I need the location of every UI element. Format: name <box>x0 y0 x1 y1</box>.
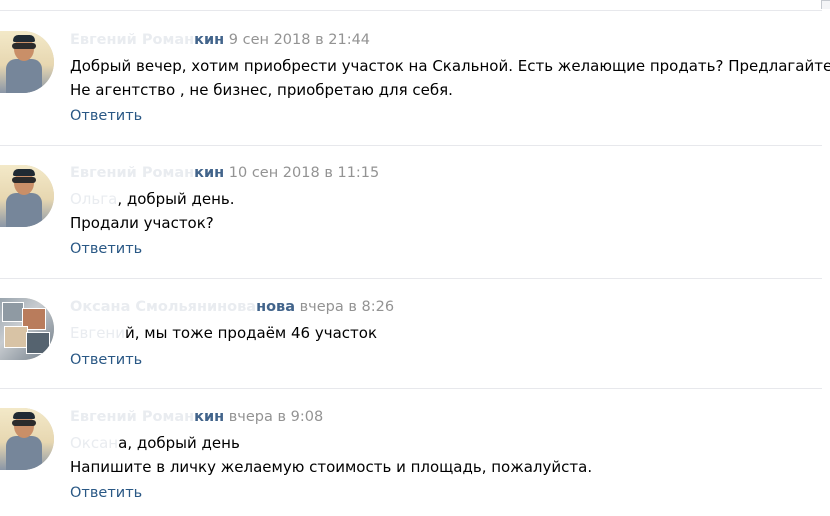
comment-date[interactable]: вчера в 8:26 <box>300 299 394 315</box>
comment-meta: Евгений Романкин 10 сен 2018 в 11:15 <box>70 165 379 181</box>
top-divider <box>0 10 822 11</box>
reply-button[interactable]: Ответить <box>70 108 142 124</box>
comment-line: Евгений, мы тоже продаём 46 участок <box>70 321 377 345</box>
comment-line-rest: й, мы тоже продаём 46 участок <box>124 324 378 342</box>
avatar[interactable] <box>0 408 54 470</box>
author-name-obscured[interactable]: Оксана Смольянинова <box>70 299 256 315</box>
mention-obscured[interactable]: Оксан <box>70 434 118 452</box>
avatar[interactable] <box>0 298 54 360</box>
author-name-obscured[interactable]: Евгений Роман <box>70 32 194 48</box>
reply-button[interactable]: Ответить <box>70 241 142 257</box>
comment-text: Оксана, добрый день Напишите в личку жел… <box>70 431 592 479</box>
author-name[interactable]: кин <box>194 32 224 48</box>
comment-text: Ольга, добрый день. Продали участок? <box>70 187 235 235</box>
comment-meta: Евгений Романкин вчера в 9:08 <box>70 409 323 425</box>
comment-line-rest: , добрый день. <box>117 190 235 208</box>
comment-text: Евгений, мы тоже продаём 46 участок <box>70 321 377 345</box>
comment-line: Добрый вечер, хотим приобрести участок н… <box>70 57 830 75</box>
reply-button[interactable]: Ответить <box>70 485 142 501</box>
comment-meta: Оксана Смольянинованова вчера в 8:26 <box>70 299 394 315</box>
comment-line: Продали участок? <box>70 214 214 232</box>
comment-text: Добрый вечер, хотим приобрести участок н… <box>70 54 830 102</box>
reply-button[interactable]: Ответить <box>70 352 142 368</box>
comment-date[interactable]: вчера в 9:08 <box>229 409 323 425</box>
avatar[interactable] <box>0 31 54 93</box>
author-name[interactable]: кин <box>194 409 224 425</box>
comment-date[interactable]: 10 сен 2018 в 11:15 <box>229 165 380 181</box>
comment-divider <box>0 388 822 389</box>
comment-line: Не агентство , не бизнес, приобретаю для… <box>70 81 453 99</box>
avatar[interactable] <box>0 165 54 227</box>
comment-line: Напишите в личку желаемую стоимость и пл… <box>70 458 593 476</box>
scrollbar-corner[interactable] <box>821 0 830 9</box>
comment-divider <box>0 278 822 279</box>
author-name[interactable]: нова <box>256 299 295 315</box>
author-name-obscured[interactable]: Евгений Роман <box>70 165 194 181</box>
comment-line: Оксана, добрый день <box>70 431 592 455</box>
comment-line-rest: а, добрый день <box>118 434 240 452</box>
comment-divider <box>0 145 822 146</box>
comment-meta: Евгений Романкин 9 сен 2018 в 21:44 <box>70 32 370 48</box>
author-name[interactable]: кин <box>194 165 224 181</box>
comment-line: Ольга, добрый день. <box>70 187 235 211</box>
comment-date[interactable]: 9 сен 2018 в 21:44 <box>229 32 370 48</box>
mention-obscured[interactable]: Евгени <box>70 324 125 342</box>
author-name-obscured[interactable]: Евгений Роман <box>70 409 194 425</box>
mention-obscured[interactable]: Ольга <box>70 190 117 208</box>
